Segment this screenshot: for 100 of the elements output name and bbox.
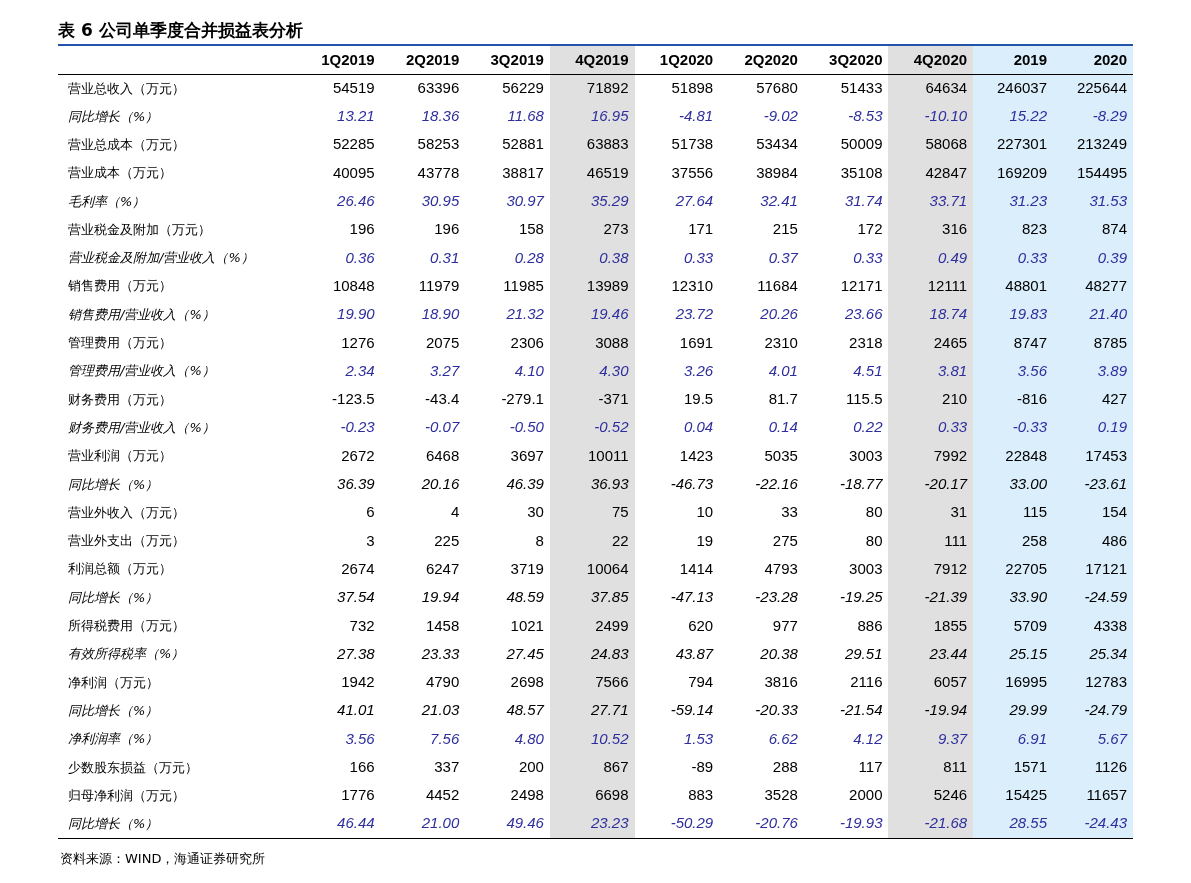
table-cell: 51898: [634, 74, 720, 103]
table-cell: 273: [549, 215, 635, 244]
table-cell: 0.33: [803, 243, 889, 273]
table-cell: 2499: [549, 611, 635, 640]
table-cell: 43.87: [634, 639, 720, 669]
table-cell: 8785: [1053, 328, 1133, 357]
row-label: 营业外支出（万元）: [67, 532, 186, 551]
table-cell: 0.28: [465, 243, 550, 273]
table-cell: 29.51: [803, 639, 889, 669]
table-cell-text: 11979: [417, 275, 461, 296]
table-cell: -24.79: [1053, 696, 1133, 725]
table-cell: 3719: [465, 555, 550, 584]
table-cell: -46.73: [634, 470, 720, 499]
table-cell: 2498: [465, 781, 550, 810]
table-cell: 21.00: [380, 809, 466, 838]
table-cell: 158: [465, 215, 550, 244]
row-label: 营业税金及附加/营业收入（%）: [67, 249, 255, 268]
source-note: 资料来源：WIND，海通证券研究所: [59, 849, 267, 868]
table-cell: -18.77: [803, 470, 889, 499]
table-cell-text: 288: [771, 757, 799, 777]
table-cell-text: 20.26: [759, 304, 799, 325]
table-cell: 3.56: [973, 356, 1053, 386]
table-cell: 3003: [803, 441, 889, 471]
table-cell: 46.39: [465, 470, 550, 499]
table-cell: 8747: [973, 328, 1053, 357]
table-cell: 48277: [1053, 272, 1133, 301]
table-cell: 80: [803, 526, 889, 556]
table-cell: 1126: [1053, 753, 1133, 782]
table-cell: 3.81: [888, 356, 974, 386]
table-cell-text: 32.41: [759, 191, 799, 212]
table-cell: 37556: [634, 158, 720, 188]
table-cell: -19.94: [888, 696, 974, 725]
table-cell-text: 196: [348, 219, 376, 240]
table-cell: 4.12: [803, 724, 889, 754]
table-cell: 2116: [803, 668, 889, 697]
column-header: 4Q2020: [888, 46, 974, 74]
table-cell-text: 1458: [424, 615, 461, 636]
table-cell: 35.29: [549, 187, 635, 216]
table-cell: 12783: [1053, 668, 1133, 697]
table-cell: -20.76: [719, 809, 804, 838]
table-cell: 1021: [465, 611, 550, 640]
table-cell: 19.46: [549, 300, 635, 329]
table-cell-text: 81.7: [767, 389, 799, 410]
table-cell-text: 23.33: [420, 643, 461, 664]
table-cell: 172: [803, 215, 889, 244]
row-label: 少数股东损益（万元）: [67, 758, 199, 777]
table-cell: -21.68: [888, 809, 974, 838]
table-cell: 3697: [465, 441, 550, 471]
table-cell: 0.33: [888, 413, 974, 442]
table-cell: 33.00: [973, 470, 1053, 499]
table-cell: 225644: [1053, 74, 1133, 103]
table-cell: 22: [549, 526, 635, 556]
table-cell: 16995: [973, 668, 1053, 697]
table-cell: 19.5: [634, 385, 720, 414]
table-cell: 200: [465, 753, 550, 782]
table-cell: 5.67: [1053, 724, 1133, 754]
table-cell: 867: [549, 753, 635, 782]
table-cell-text: 19.90: [336, 304, 376, 325]
table-cell: -816: [973, 385, 1053, 414]
table-cell-text: 196: [433, 219, 461, 240]
column-header: 2020: [1053, 46, 1133, 74]
table-cell: 2465: [888, 328, 974, 357]
row-label: 营业总成本（万元）: [67, 136, 186, 154]
table-cell-text: 52285: [331, 134, 376, 155]
table-cell: 117: [803, 753, 889, 782]
table-cell: 11985: [465, 272, 550, 301]
table-cell: 4.10: [465, 356, 550, 386]
table-cell-text: 27.38: [336, 643, 376, 664]
table-cell: 27.71: [549, 696, 635, 725]
table-cell: 48.59: [465, 583, 550, 612]
table-cell: -20.17: [888, 470, 974, 499]
table-cell: 12171: [803, 272, 889, 301]
table-cell: 31.23: [973, 187, 1053, 216]
table-cell: 75: [549, 498, 635, 527]
table-cell: 10.52: [549, 724, 635, 754]
row-label: 同比增长（%）: [67, 588, 160, 607]
table-cell: 49.46: [465, 809, 550, 838]
table-cell: 51738: [634, 130, 720, 159]
table-cell-text: 10848: [331, 275, 376, 296]
table-cell-text: 225: [433, 530, 461, 551]
table-cell: 0.39: [1053, 243, 1133, 273]
table-cell: -4.81: [634, 102, 720, 131]
row-label: 同比增长（%）: [67, 475, 160, 494]
row-label: 财务费用（万元）: [67, 390, 173, 409]
table-cell-text: 2674: [340, 558, 376, 579]
table-cell-text: 7.56: [429, 728, 461, 749]
table-cell: 31: [888, 498, 974, 527]
table-cell: 794: [634, 668, 720, 697]
table-cell: 1691: [634, 328, 720, 357]
table-cell-text: 2310: [763, 332, 799, 353]
table-cell: 12310: [634, 272, 720, 301]
table-cell: 0.38: [549, 243, 635, 273]
table-cell-text: 58253: [416, 134, 461, 155]
table-cell-text: 3816: [763, 672, 799, 693]
table-cell-text: 43778: [416, 162, 461, 183]
table-cell: 54519: [296, 74, 381, 103]
table-cell: 0.19: [1053, 413, 1133, 442]
table-cell-text: 2.34: [344, 360, 376, 381]
table-cell: 1414: [634, 555, 720, 584]
table-cell: 316: [888, 215, 974, 244]
